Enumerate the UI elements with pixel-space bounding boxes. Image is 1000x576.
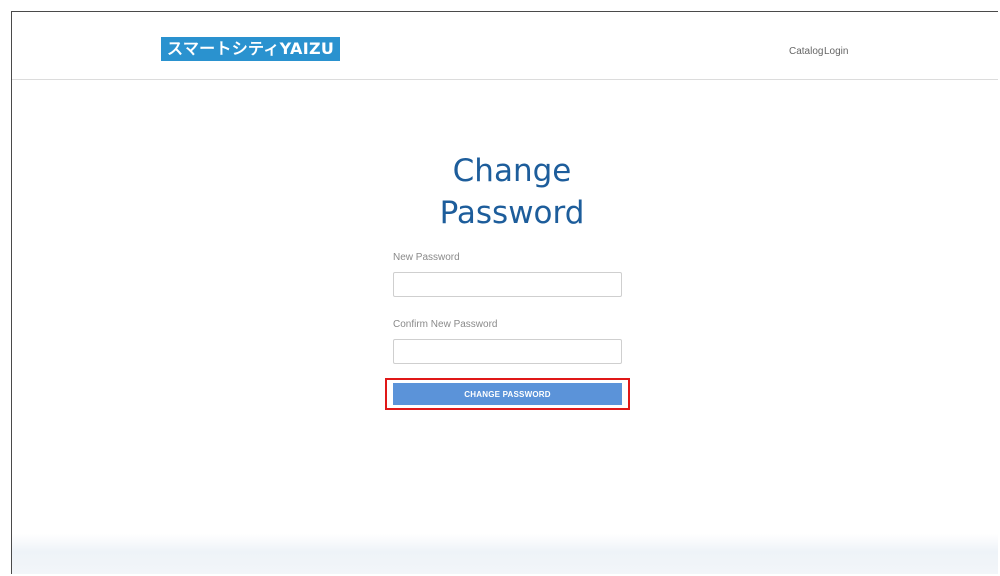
page-title-line2: Password <box>439 195 585 231</box>
confirm-password-field[interactable] <box>393 339 622 364</box>
browser-viewport: スマートシティYAIZU Catalog Login Change Passwo… <box>11 11 998 574</box>
page-title: Change Password <box>362 150 662 234</box>
new-password-label: New Password <box>393 252 460 263</box>
site-logo[interactable]: スマートシティYAIZU <box>161 37 341 61</box>
site-header: スマートシティYAIZU Catalog Login <box>12 12 998 80</box>
footer-band <box>12 534 998 574</box>
change-password-button[interactable]: CHANGE PASSWORD <box>393 383 622 405</box>
nav-login-link[interactable]: Login <box>824 46 848 57</box>
page-title-line1: Change <box>452 153 572 189</box>
confirm-password-label: Confirm New Password <box>393 319 498 330</box>
new-password-field[interactable] <box>393 272 622 297</box>
nav-catalog-link[interactable]: Catalog <box>789 46 823 57</box>
